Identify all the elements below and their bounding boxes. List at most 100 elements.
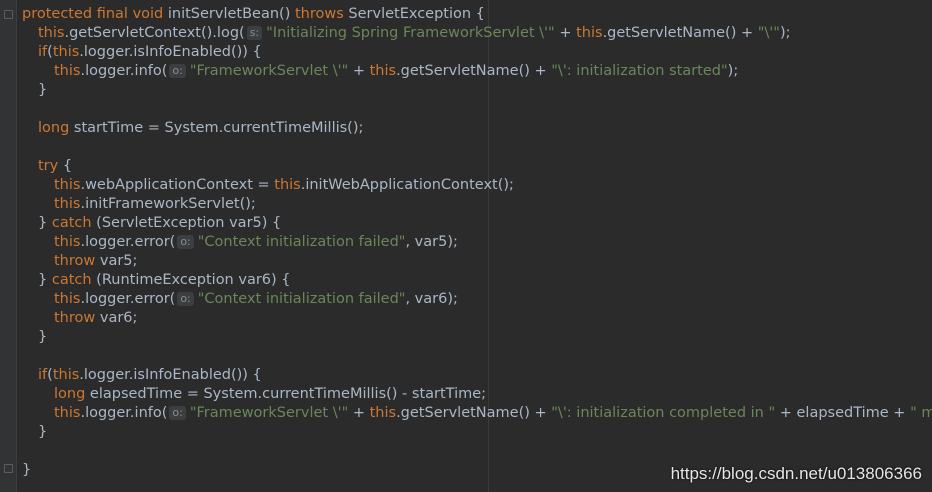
code-line: } — [38, 328, 47, 347]
code-text: .initWebApplicationContext(); — [300, 177, 514, 193]
keyword: this — [576, 25, 603, 41]
code-line: } catch (RuntimeException var6) { — [38, 271, 291, 290]
closing-brace: } — [22, 462, 32, 478]
keyword: this — [52, 367, 80, 383]
code-text: ); — [779, 25, 791, 41]
gutter-divider — [16, 0, 17, 492]
code-text: .logger.info( — [80, 63, 168, 79]
code-text: .logger.error( — [80, 291, 176, 307]
code-line: } catch (ServletException var5) { — [38, 214, 281, 233]
parameter-hint: o: — [169, 406, 186, 420]
code-text: + elapsedTime + — [775, 405, 911, 421]
code-line: this.webApplicationContext = this.initWe… — [54, 176, 514, 195]
keyword: this — [54, 177, 81, 193]
code-text: (RuntimeException var6) { — [91, 272, 291, 288]
keyword: long — [38, 120, 70, 136]
hint-label: s: — [249, 26, 260, 39]
code-text: .initFrameworkServlet(); — [80, 196, 256, 212]
keyword: this — [54, 405, 81, 421]
code-text: .getServletName() + — [396, 405, 552, 421]
code-line: this.logger.info(o: "FrameworkServlet \'"… — [54, 62, 738, 81]
code-line: try { — [38, 157, 72, 176]
parameter-hint: o: — [177, 235, 194, 249]
closing-brace: } — [38, 82, 48, 98]
fold-close-icon[interactable] — [4, 464, 13, 473]
code-text: + — [348, 63, 370, 79]
code-line: this.logger.error( o: "Context initializat… — [54, 290, 458, 309]
code-text: } — [38, 215, 52, 231]
closing-brace: } — [38, 424, 48, 440]
code-text: ServletException { — [343, 6, 485, 22]
keyword: this — [274, 177, 301, 193]
string-literal: "\': initialization completed in " — [551, 405, 776, 421]
code-text: , var6); — [405, 291, 458, 307]
code-text: .getServletContext().log( — [64, 25, 245, 41]
keyword: this — [54, 63, 81, 79]
string-literal: " ms" — [910, 405, 932, 421]
parameter-hint: o: — [169, 64, 186, 78]
keyword: protected — [22, 6, 93, 22]
string-literal: "Context initialization failed" — [197, 234, 406, 250]
code-text: .logger.info( — [80, 405, 168, 421]
code-text: , var5); — [405, 234, 458, 250]
code-line: } — [38, 81, 47, 100]
code-text: var6; — [95, 310, 138, 326]
keyword: this — [38, 25, 65, 41]
code-text: ); — [727, 63, 739, 79]
code-line: if(this.logger.isInfoEnabled()) { — [38, 366, 262, 385]
code-text: + — [554, 25, 577, 41]
string-literal: "FrameworkServlet \'" — [189, 63, 349, 79]
keyword: final — [96, 6, 128, 22]
code-line: } — [38, 423, 47, 442]
code-text: .logger.isInfoEnabled()) { — [79, 44, 262, 60]
editor-gutter — [0, 0, 16, 492]
keyword: try — [38, 158, 59, 174]
code-line: long elapsedTime = System.currentTimeMil… — [54, 385, 486, 404]
keyword: catch — [51, 215, 92, 231]
keyword: void — [132, 6, 164, 22]
code-line: this.logger.error( o: "Context initializat… — [54, 233, 458, 252]
fold-open-icon[interactable] — [4, 10, 13, 19]
code-line: long startTime = System.currentTimeMilli… — [38, 119, 363, 138]
code-text: } — [38, 272, 52, 288]
code-line: protected final void initServletBean() t… — [22, 5, 485, 24]
closing-brace: } — [38, 329, 48, 345]
keyword: if — [38, 367, 48, 383]
code-text: + — [348, 405, 370, 421]
string-literal: "Initializing Spring FrameworkServlet \'… — [266, 25, 555, 41]
parameter-hint: s: — [246, 26, 263, 40]
code-text: elapsedTime = System.currentTimeMillis()… — [85, 386, 487, 402]
keyword: catch — [51, 272, 92, 288]
code-text: .getServletName() + — [396, 63, 552, 79]
code-text: .webApplicationContext = — [80, 177, 275, 193]
string-literal: "FrameworkServlet \'" — [189, 405, 349, 421]
code-line: this.getServletContext().log(s: "Initiali… — [38, 24, 791, 43]
hint-label: o: — [172, 406, 183, 419]
code-line: this.logger.info(o: "FrameworkServlet \'"… — [54, 404, 932, 423]
code-text: .logger.error( — [80, 234, 176, 250]
code-text: var5; — [95, 253, 138, 269]
keyword: this — [369, 405, 397, 421]
code-line: } — [22, 461, 31, 480]
code-line: if(this.logger.isInfoEnabled()) { — [38, 43, 262, 62]
code-line: this.initFrameworkServlet(); — [54, 195, 256, 214]
keyword: throw — [54, 253, 96, 269]
code-text: .getServletName() + — [602, 25, 758, 41]
code-text: startTime = System.currentTimeMillis(); — [69, 120, 364, 136]
keyword: this — [369, 63, 397, 79]
keyword: this — [54, 291, 81, 307]
watermark-url: https://blog.csdn.net/u013806366 — [670, 464, 922, 483]
hint-label: o: — [180, 235, 191, 248]
keyword: this — [54, 234, 81, 250]
string-literal: "\': initialization started" — [551, 63, 728, 79]
keyword: this — [52, 44, 80, 60]
keyword: if — [38, 44, 48, 60]
keyword: throws — [294, 6, 344, 22]
hint-label: o: — [180, 292, 191, 305]
keyword: this — [54, 196, 81, 212]
method-signature: initServletBean() — [163, 6, 295, 22]
string-literal: "\'" — [757, 25, 780, 41]
code-text: { — [58, 158, 73, 174]
string-literal: "Context initialization failed" — [197, 291, 406, 307]
code-text: .logger.isInfoEnabled()) { — [79, 367, 262, 383]
